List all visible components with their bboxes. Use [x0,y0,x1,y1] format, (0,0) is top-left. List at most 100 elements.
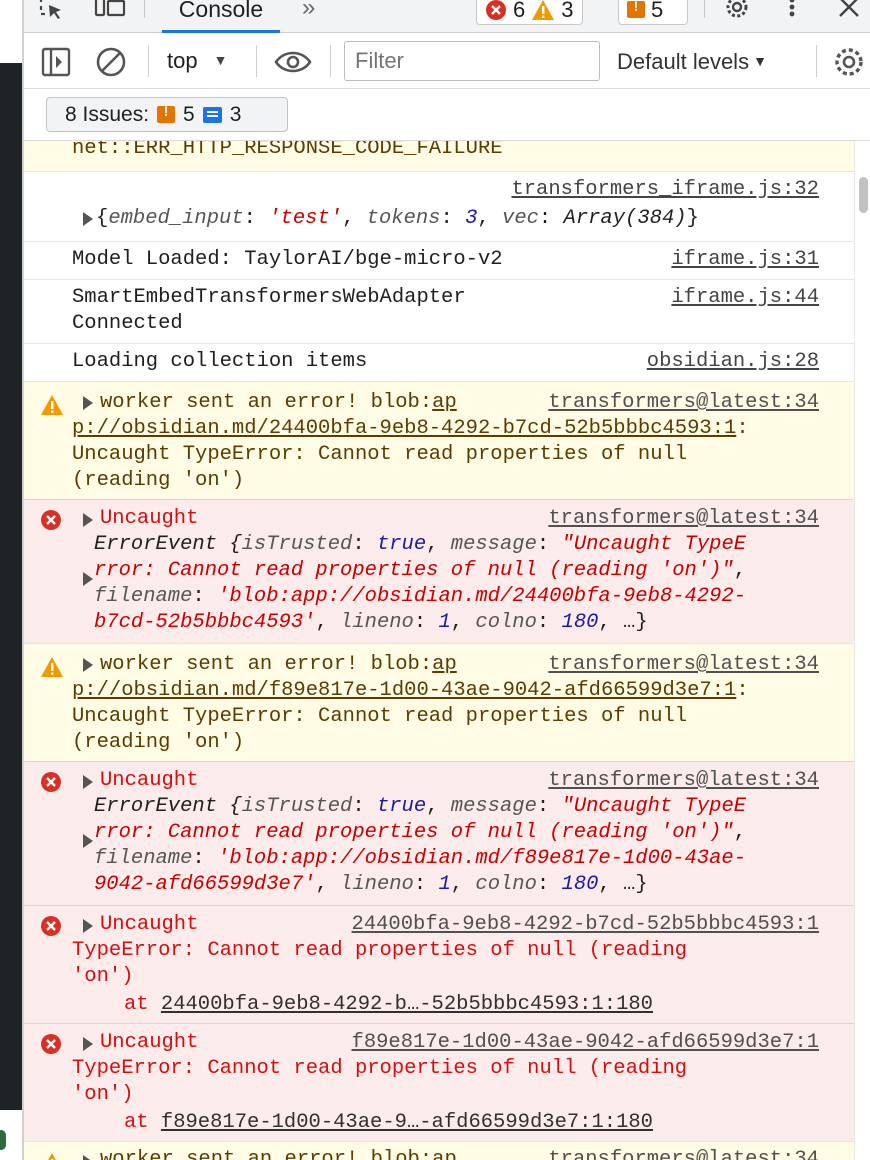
live-expression-eye-icon[interactable] [274,49,312,80]
error-icon [486,0,506,20]
stack-link[interactable]: 24400bfa-9eb8-4292-b…-52b5bbbc4593:1:180 [161,993,653,1016]
close-devtools-icon[interactable] [836,0,862,22]
expand-triangle-icon[interactable] [83,396,93,410]
source-link[interactable]: transformers@latest:34 [548,506,819,532]
blob-link[interactable]: ap [432,653,457,676]
message-text: (reading 'on') [72,731,245,754]
source-link[interactable]: transformers@latest:34 [548,652,819,678]
obj-brace: } [686,207,699,230]
obj-value: 3 [465,207,478,230]
expand-triangle-icon[interactable] [83,1037,93,1051]
message-text: Uncaught TypeError: Cannot read properti… [72,443,688,466]
warning-icon [532,0,555,20]
source-link[interactable]: transformers@latest:34 [548,390,819,416]
scrollbar-thumb[interactable] [859,177,868,213]
settings-gear-icon[interactable] [722,0,752,22]
object-preview[interactable]: {embed_input: 'test', tokens: 3, vec: Ar… [96,206,699,232]
obj-key: vec [502,207,539,230]
warning-icon [40,656,64,685]
chevron-down-icon: ▼ [213,52,228,68]
error-title: Uncaught [100,1031,199,1054]
source-link[interactable]: transformers_iframe.js:32 [511,177,819,203]
tab-console[interactable]: Console [162,0,280,33]
expand-triangle-icon[interactable] [83,775,93,789]
obj-key: isTrusted [241,533,353,556]
message-text: worker sent an error! blob:ap [100,1147,457,1160]
event-type: ErrorEvent { [94,533,242,556]
source-link[interactable]: f89e817e-1d00-43ae-9042-afd66599d3e7:1 [352,1030,819,1056]
error-warning-counter[interactable]: 6 3 [476,0,583,25]
expand-triangle-icon[interactable] [83,658,93,672]
issues-counter[interactable]: 5 [618,0,688,25]
expand-triangle-icon[interactable] [83,919,93,933]
source-link[interactable]: iframe.js:44 [671,285,819,311]
toolbar-separator [148,45,149,77]
expand-triangle-icon[interactable] [83,572,93,586]
expand-triangle-icon[interactable] [83,1155,93,1160]
obj-value: Array(384) [563,207,687,230]
error-title: Uncaught [100,507,199,530]
obj-value: true [376,795,427,818]
filter-input[interactable] [344,41,600,81]
obj-value: 'test' [268,207,343,230]
error-event: b7cd-52b5bbbc4593', lineno: 1, colno: 18… [94,611,648,634]
console-settings-gear-icon[interactable] [832,46,866,83]
more-options-icon[interactable] [784,0,800,22]
expand-triangle-icon[interactable] [83,212,93,226]
blob-link[interactable]: ap [432,391,457,414]
source-link[interactable]: obsidian.js:28 [647,349,819,375]
obj-tail: , …} [598,873,648,896]
toolbar-separator [330,45,331,77]
blob-link[interactable]: ap [432,1148,457,1160]
stack-link[interactable]: f89e817e-1d00-43ae-9…-afd66599d3e7:1:180 [161,1111,653,1134]
blob-link[interactable]: p://obsidian.md/f89e817e-1d00-43ae-9042-… [72,679,736,702]
source-link[interactable]: transformers@latest:34 [548,1147,819,1160]
console-scrollbar[interactable] [854,141,870,1160]
expand-triangle-icon[interactable] [83,834,93,848]
console-message-warning: worker sent an error! blob:ap transforme… [24,1141,854,1160]
source-link[interactable]: transformers@latest:34 [548,768,819,794]
inspect-element-icon[interactable] [38,0,68,22]
issues-bar: 8 Issues: 5 3 [24,89,870,141]
error-icon [40,915,62,944]
device-toolbar-icon[interactable] [94,0,130,22]
error-title: Uncaught [100,769,199,792]
stack-frame: at 24400bfa-9eb8-4292-b…-52b5bbbc4593:1:… [124,992,653,1018]
warning-icon [40,1152,64,1160]
obj-key: filename [94,847,193,870]
stack-frame: at f89e817e-1d00-43ae-9…-afd66599d3e7:1:… [124,1110,653,1136]
console-message-error: Uncaught transformers@latest:34 ErrorEve… [24,761,854,905]
clear-console-icon[interactable] [95,47,127,82]
message-text: net::ERR_HTTP_RESPONSE_CODE_FAILURE [72,141,503,160]
obj-value: 9042-afd66599d3e7' [94,873,316,896]
obj-value: 180 [561,611,599,634]
source-link[interactable]: 24400bfa-9eb8-4292-b7cd-52b5bbbc4593:1 [352,912,819,938]
obj-value: 'blob:app://obsidian.md/f89e817e-1d00-43… [217,847,747,870]
sidebar-toggle-icon[interactable] [41,47,71,82]
obj-key: lineno [340,611,414,634]
console-message-error: Uncaught 24400bfa-9eb8-4292-b7cd-52b5bbb… [24,905,854,1023]
log-levels-dropdown[interactable]: Default levels ▼ [617,49,767,75]
source-link[interactable]: iframe.js:31 [671,247,819,273]
message-text: p://obsidian.md/24400bfa-9eb8-4292-b7cd-… [72,416,749,442]
issue-warning-icon [627,0,645,18]
status-dot [0,1130,6,1150]
expand-triangle-icon[interactable] [83,513,93,527]
warning-issues-count: 5 [183,102,195,126]
stack-at: at [124,1111,161,1134]
more-tabs-icon[interactable]: » [302,0,315,22]
console-message: transformers_iframe.js:32 {embed_input: … [24,171,854,241]
message-text: worker sent an error! blob:ap [100,652,457,678]
message-text: Uncaught TypeError: Cannot read properti… [72,705,688,728]
issues-button[interactable]: 8 Issues: 5 3 [46,97,288,132]
toolbar-separator [256,45,257,77]
obj-key: embed_input [108,207,244,230]
blob-link[interactable]: p://obsidian.md/24400bfa-9eb8-4292-b7cd-… [72,417,736,440]
message-text: Model Loaded: TaylorAI/bge-micro-v2 [72,248,503,271]
obj-value: rror: Cannot read properties of null (re… [94,559,734,582]
context-selector[interactable]: top ▼ [167,48,227,74]
message-text-part: : [736,679,749,702]
obj-key: tokens [366,207,441,230]
message-text: TypeError: Cannot read properties of nul… [72,1057,688,1080]
message-text-part: : [736,417,749,440]
